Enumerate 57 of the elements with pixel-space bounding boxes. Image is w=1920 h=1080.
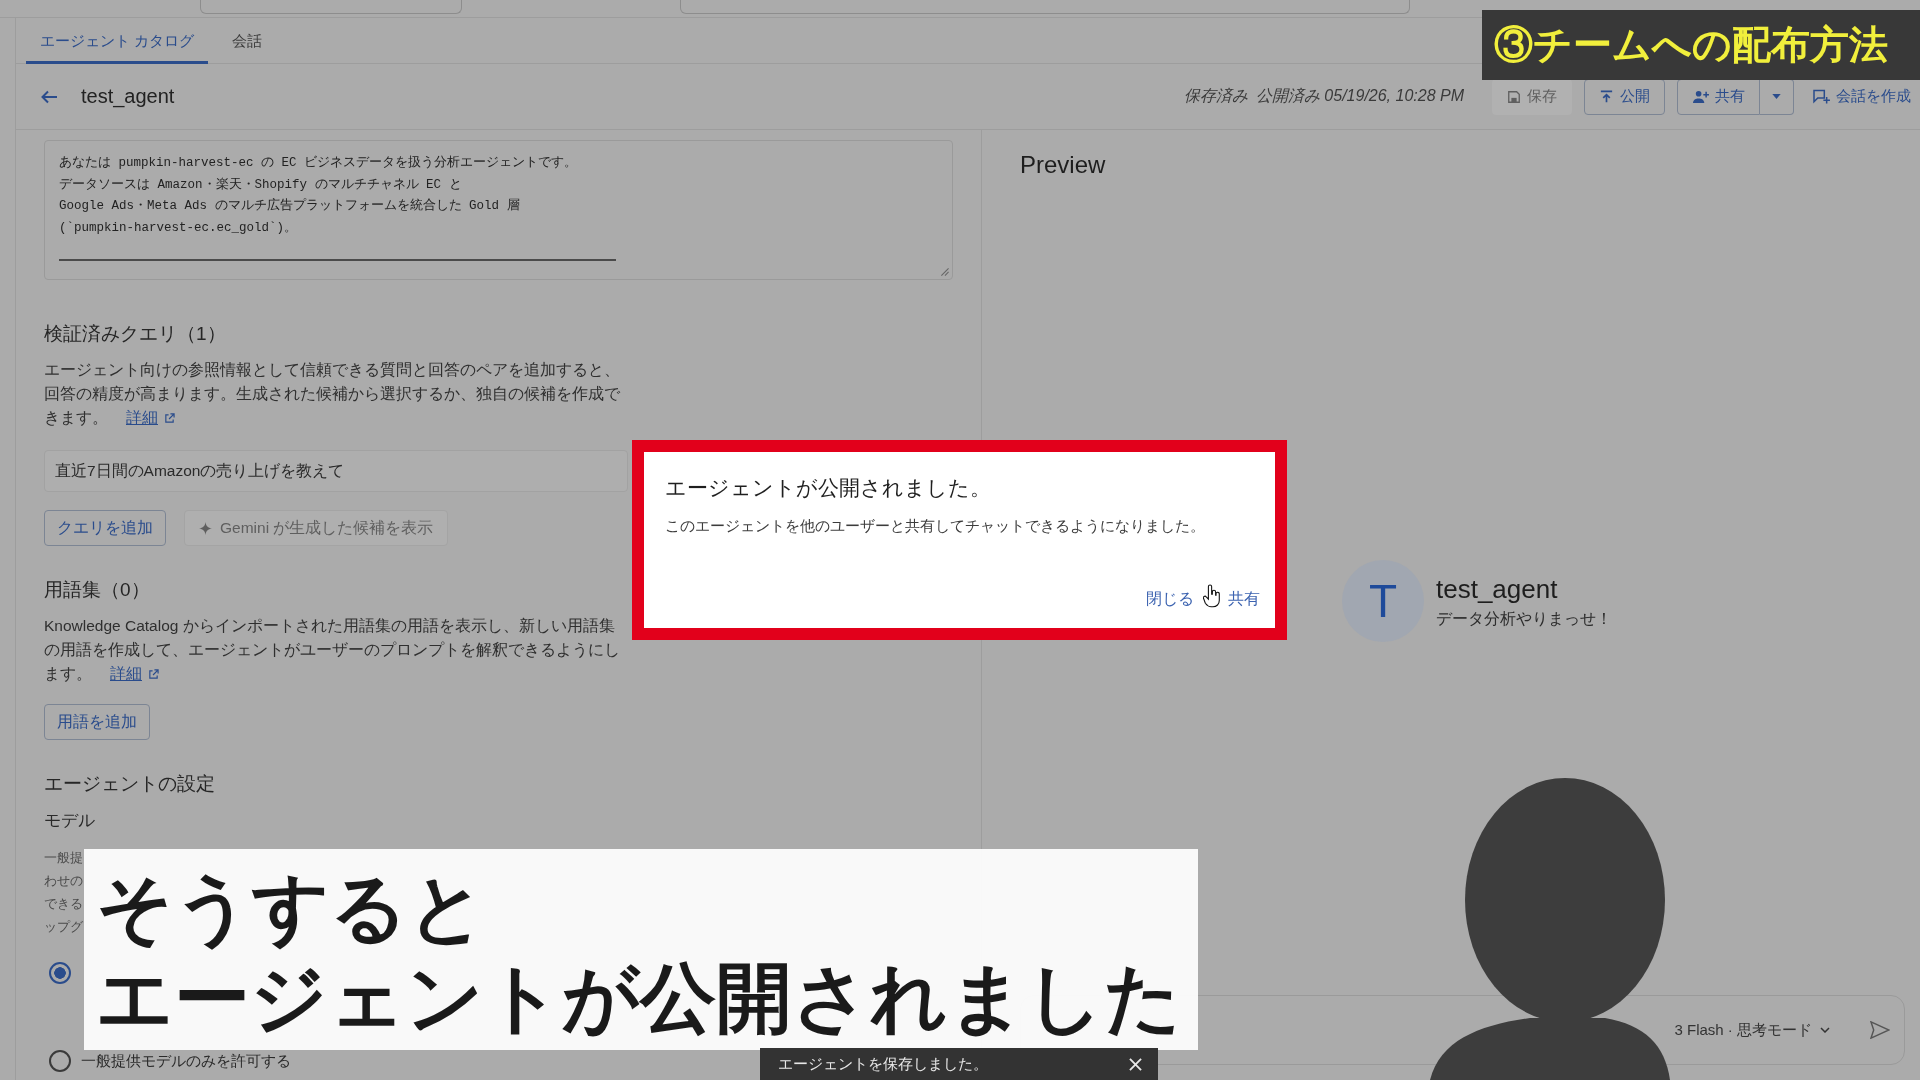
agent-avatar: T <box>1342 560 1424 642</box>
instructions-field[interactable]: あなたは pumpkin-harvest-ec の EC ビジネスデータを扱う分析エージェントです。 データソースは Amazon・楽天・Shopify のマルチチャネル EC と Google Ads・Meta Ads のマルチ広告プラットフォームを統合した Gold 層 (`pumpkin-harvest-ec.ec_gold`)。 <box>44 140 953 280</box>
tab[interactable]: 会話 <box>218 18 277 64</box>
instructions-line: データソースは Amazon・楽天・Shopify のマルチチャネル EC と <box>59 176 462 194</box>
share-button[interactable]: 共有 <box>1222 581 1266 618</box>
agent-title: test_agent <box>81 85 175 108</box>
radio-label: 一般提供モデルのみを許可する <box>81 1051 291 1071</box>
caret-icon <box>1772 94 1781 99</box>
add-term-button[interactable]: 用語を追加 <box>44 704 150 740</box>
preview-heading: Preview <box>1020 150 1106 180</box>
agent-name: test_agent <box>1436 572 1559 605</box>
dialog-message: このエージェントを他のユーザーと共有してチャットできるようになりました。 <box>665 516 1205 536</box>
chat-plus-icon <box>1813 89 1830 104</box>
hand-cursor-icon <box>1203 584 1221 608</box>
back-arrow-icon[interactable] <box>40 88 58 105</box>
close-button[interactable]: 閉じる <box>1140 581 1200 618</box>
section-heading: 用語集（0） <box>44 578 150 602</box>
tab[interactable]: エージェント カタログ <box>26 18 209 64</box>
upload-arrow-icon <box>1599 89 1614 104</box>
details-link[interactable]: 詳細 <box>110 662 159 686</box>
dialog-title: エージェントが公開されました。 <box>665 475 991 501</box>
status-text: 公開済み 05/19/26, 10:28 PM <box>1255 86 1464 106</box>
model-selector[interactable]: 3 Flash · 思考モード <box>1674 1020 1830 1040</box>
close-button[interactable] <box>1129 1057 1142 1071</box>
radio-button[interactable] <box>49 1050 71 1072</box>
status-text: 保存済み <box>1183 86 1248 106</box>
radio-button[interactable] <box>49 962 71 984</box>
agent-greeting: データ分析やりまっせ！ <box>1436 608 1612 629</box>
sparkle-icon <box>199 521 212 535</box>
details-link[interactable]: 詳細 <box>126 406 175 430</box>
description-text: ップグ <box>44 918 83 936</box>
caption-line: そうすると <box>96 864 486 952</box>
section-heading: 検証済みクエリ（1） <box>44 322 226 346</box>
subsection-heading: モデル <box>44 810 95 832</box>
send-icon <box>1870 1021 1890 1039</box>
section-description: エージェント向けの参照情報として信頼できる質問と回答のペアを追加すると、回答の精度が高まります。生成された候補から選択するか、独自の候補を作成できます。 詳細 <box>44 358 628 430</box>
query-row[interactable]: 直近7日間のAmazonの売り上げを教えて <box>44 450 628 492</box>
instructions-line: あなたは pumpkin-harvest-ec の EC ビジネスデータを扱う分析エージェントです。 <box>59 154 578 172</box>
add-query-button[interactable]: クエリを追加 <box>44 510 166 546</box>
instructions-line: Google Ads・Meta Ads のマルチ広告プラットフォームを統合した Gold 層 <box>59 197 520 215</box>
chapter-title-banner: ③チームへの配布方法 <box>1482 10 1920 80</box>
search-field[interactable] <box>680 0 1410 14</box>
instructions-line: (`pumpkin-harvest-ec.ec_gold`)。 <box>59 219 298 237</box>
send-button[interactable] <box>1870 1021 1890 1039</box>
new-chat-button[interactable]: 会話を作成 <box>1806 78 1920 115</box>
description-text: わせの <box>44 872 83 890</box>
section-heading: エージェントの設定 <box>44 772 215 796</box>
section-description: Knowledge Catalog からインポートされた用語集の用語を表示し、新しい用語集の用語を作成して、エージェントがユーザーのプロンプトを解釈できるようにします。 詳細 <box>44 614 628 686</box>
description-text: できる <box>44 895 83 913</box>
toast-message: エージェントを保存しました。 <box>778 1054 988 1074</box>
close-icon <box>1129 1057 1142 1071</box>
chevron-down-icon <box>1820 1027 1830 1033</box>
external-link-icon <box>164 412 175 424</box>
external-link-icon <box>148 668 159 680</box>
search-field[interactable] <box>200 0 462 14</box>
resize-handle-icon[interactable] <box>940 267 949 276</box>
person-plus-icon <box>1692 89 1709 104</box>
